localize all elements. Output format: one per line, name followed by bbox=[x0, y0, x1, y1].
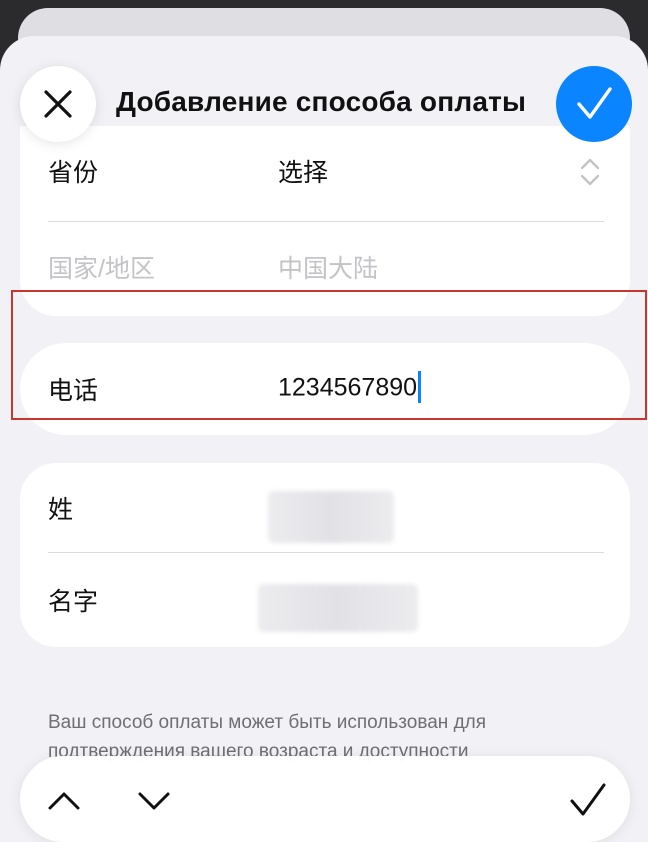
last-name-field-redacted[interactable] bbox=[268, 491, 394, 543]
province-value[interactable]: 选择 bbox=[278, 153, 328, 189]
phone-input[interactable]: 1234567890 bbox=[278, 371, 422, 405]
phone-row[interactable]: 电话 1234567890 bbox=[48, 344, 602, 434]
phone-value: 1234567890 bbox=[278, 373, 418, 402]
confirm-button[interactable] bbox=[556, 66, 632, 142]
phone-label: 电话 bbox=[48, 377, 99, 405]
country-row: 国家/地区 中国大陆 bbox=[48, 222, 602, 312]
country-value: 中国大陆 bbox=[278, 255, 379, 283]
country-label: 国家/地区 bbox=[48, 255, 155, 283]
keyboard-toolbar bbox=[20, 756, 630, 842]
chevron-down-icon[interactable] bbox=[134, 780, 174, 820]
last-name-label: 姓 bbox=[48, 496, 74, 524]
checkmark-icon[interactable] bbox=[568, 780, 608, 820]
close-button[interactable] bbox=[20, 66, 96, 142]
text-caret bbox=[418, 371, 422, 403]
address-card: 省份 选择 国家/地区 中国大陆 bbox=[20, 126, 630, 316]
chevron-up-icon[interactable] bbox=[44, 780, 84, 820]
province-label: 省份 bbox=[48, 159, 99, 187]
payment-sheet: 省份 选择 国家/地区 中国大陆 Добавление способа опла… bbox=[0, 36, 648, 842]
name-card: 姓 名字 bbox=[20, 463, 630, 647]
up-down-chevron-icon[interactable] bbox=[578, 156, 602, 188]
first-name-label: 名字 bbox=[48, 588, 99, 616]
divider bbox=[48, 552, 604, 553]
checkmark-icon bbox=[577, 87, 612, 119]
close-icon bbox=[44, 90, 72, 118]
sheet-title: Добавление способа оплаты bbox=[116, 86, 527, 117]
phone-card: 电话 1234567890 bbox=[20, 343, 630, 435]
first-name-field-redacted[interactable] bbox=[258, 584, 418, 632]
province-row[interactable]: 省份 选择 bbox=[48, 126, 602, 216]
